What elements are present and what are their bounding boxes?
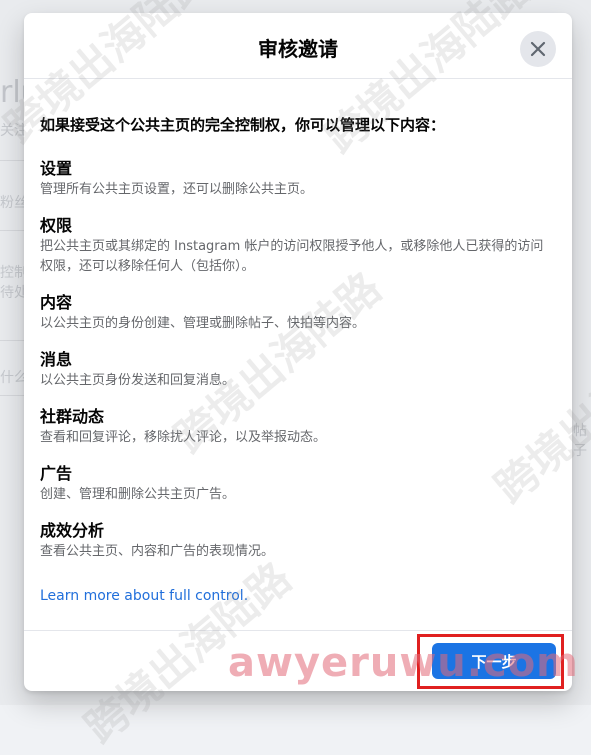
dialog-body: 如果接受这个公共主页的完全控制权，你可以管理以下内容： 设置 管理所有公共主页设… (40, 115, 556, 578)
section-title: 广告 (40, 464, 73, 483)
dialog-title: 审核邀请 (258, 37, 338, 61)
divider (0, 230, 24, 231)
permission-section: 广告 创建、管理和删除公共主页广告。 (40, 464, 556, 505)
next-step-button[interactable]: 下一步 (432, 643, 556, 679)
divider (0, 160, 24, 161)
divider (0, 395, 24, 396)
permission-section: 社群动态 查看和回复评论，移除扰人评论，以及举报动态。 (40, 407, 556, 448)
permission-section: 权限 把公共主页或其绑定的 Instagram 帐户的访问权限授予他人，或移除他… (40, 216, 556, 277)
section-title: 消息 (40, 350, 73, 369)
section-title: 权限 (40, 216, 73, 235)
section-description: 以公共主页的身份创建、管理或删除帖子、快拍等内容。 (40, 316, 366, 331)
permission-section: 设置 管理所有公共主页设置，还可以删除公共主页。 (40, 159, 556, 200)
section-description: 创建、管理和删除公共主页广告。 (40, 487, 236, 502)
permission-section: 内容 以公共主页的身份创建、管理或删除帖子、快拍等内容。 (40, 293, 556, 334)
dialog-header: 审核邀请 (24, 13, 572, 79)
background-text: 帖子 (573, 423, 587, 459)
permission-section: 消息 以公共主页身份发送和回复消息。 (40, 350, 556, 391)
section-title: 内容 (40, 293, 73, 312)
close-icon (530, 41, 546, 57)
section-title: 设置 (40, 159, 73, 178)
section-description: 管理所有公共主页设置，还可以删除公共主页。 (40, 182, 314, 197)
close-button[interactable] (520, 31, 556, 67)
section-description: 把公共主页或其绑定的 Instagram 帐户的访问权限授予他人，或移除他人已获… (40, 239, 544, 274)
section-description: 查看公共主页、内容和广告的表现情况。 (40, 544, 275, 559)
dialog-footer: 下一步 (24, 630, 572, 691)
learn-more-link[interactable]: Learn more about full control. (40, 588, 248, 604)
dialog-lead-text: 如果接受这个公共主页的完全控制权，你可以管理以下内容： (40, 116, 446, 134)
section-description: 以公共主页身份发送和回复消息。 (40, 373, 236, 388)
section-title: 社群动态 (40, 407, 105, 426)
section-title: 成效分析 (40, 521, 105, 540)
review-invite-dialog: 审核邀请 如果接受这个公共主页的完全控制权，你可以管理以下内容： 设置 管理所有… (24, 13, 572, 691)
section-description: 查看和回复评论，移除扰人评论，以及举报动态。 (40, 430, 327, 445)
permission-section: 成效分析 查看公共主页、内容和广告的表现情况。 (40, 521, 556, 562)
divider (0, 340, 24, 341)
